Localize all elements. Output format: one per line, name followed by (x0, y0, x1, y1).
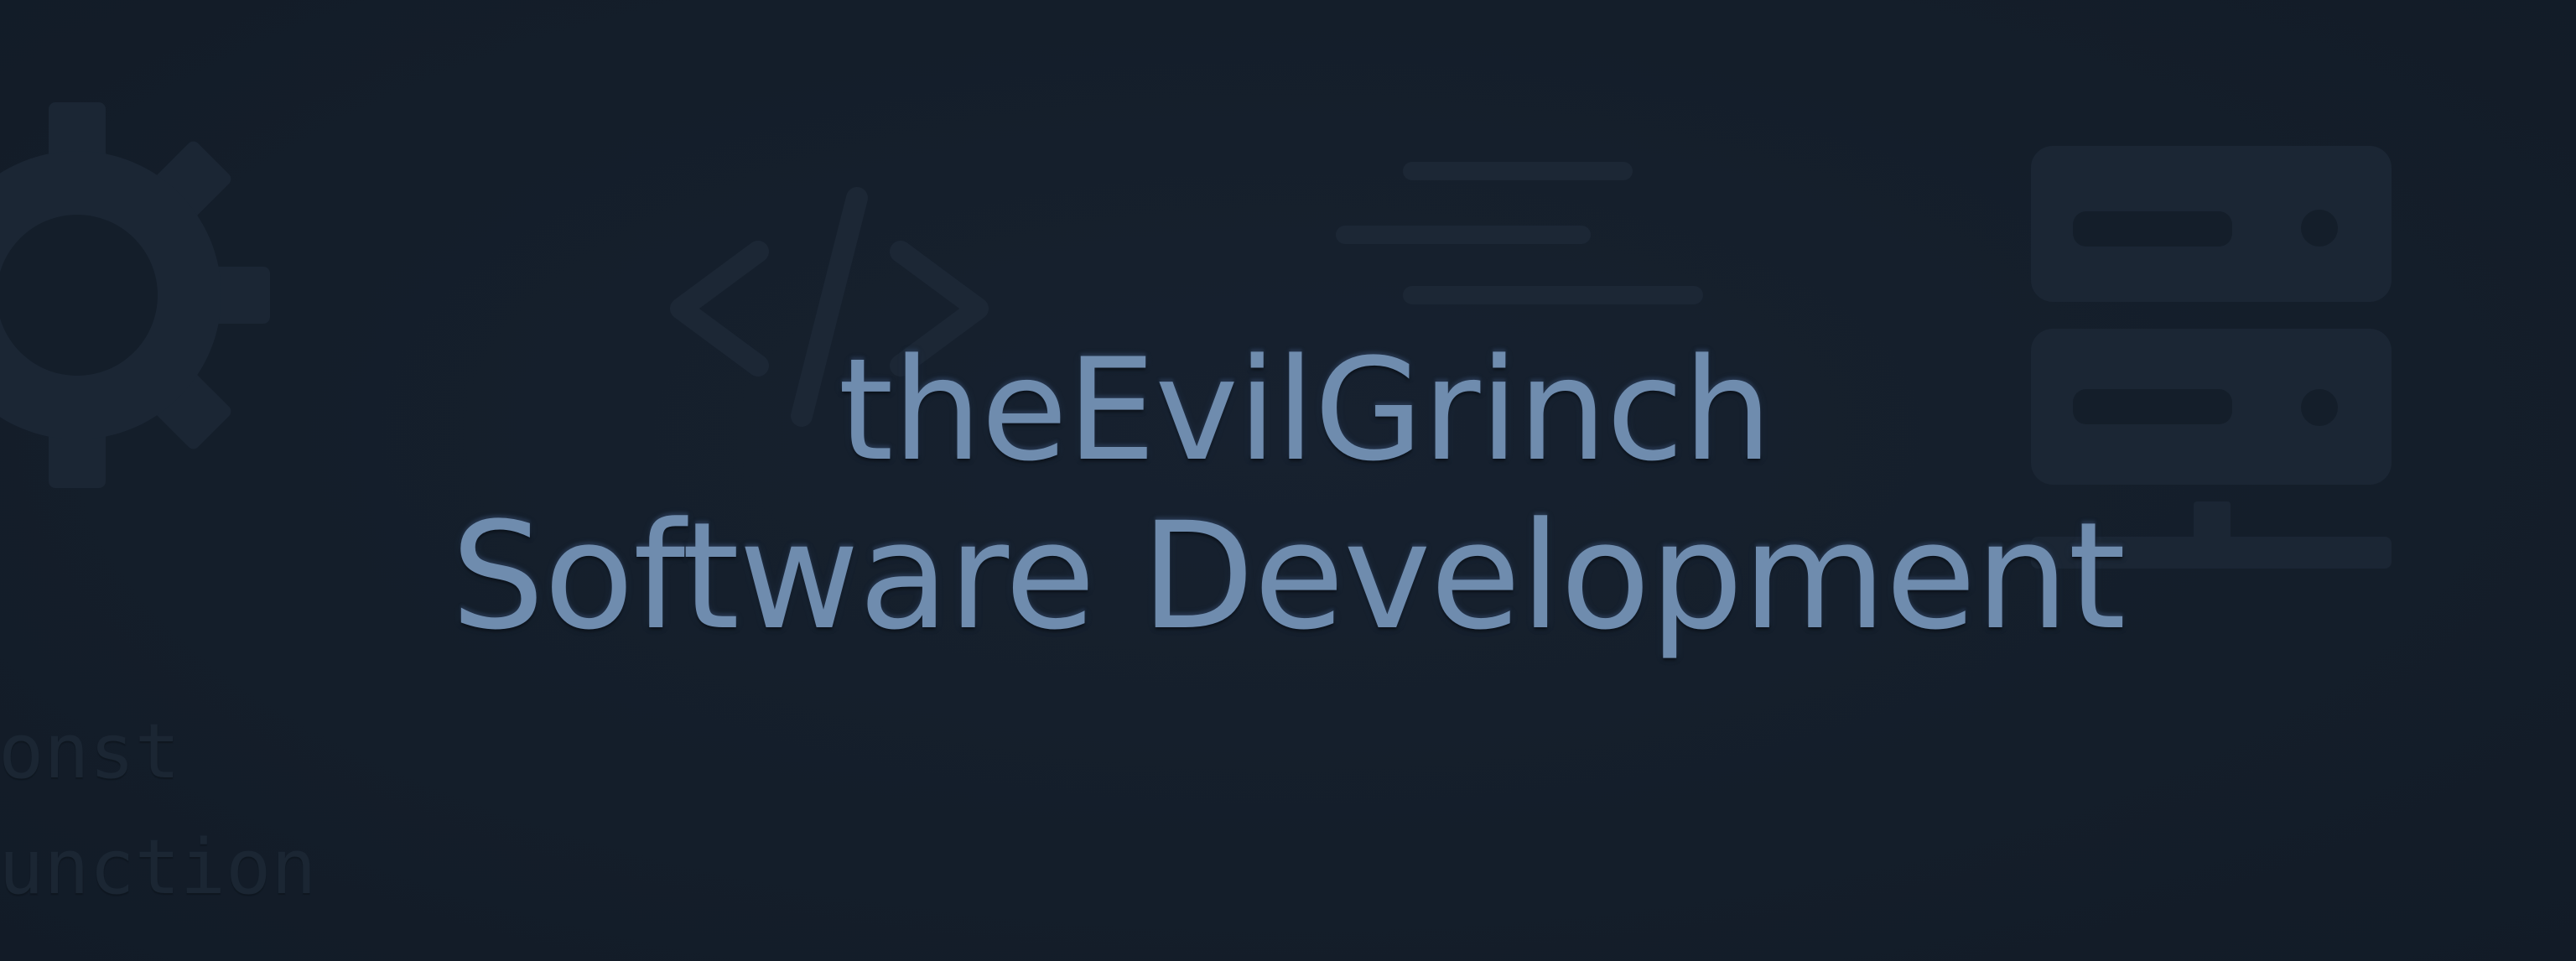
background-code-line: function (0, 823, 317, 912)
text-lines-icon (1336, 162, 1703, 304)
brand-subtitle: Software Development (450, 491, 2127, 662)
background-code-line: const (0, 708, 180, 796)
banner: const function theEvilGrinch Software De… (0, 0, 2576, 961)
brand-title: theEvilGrinch (838, 328, 1773, 492)
